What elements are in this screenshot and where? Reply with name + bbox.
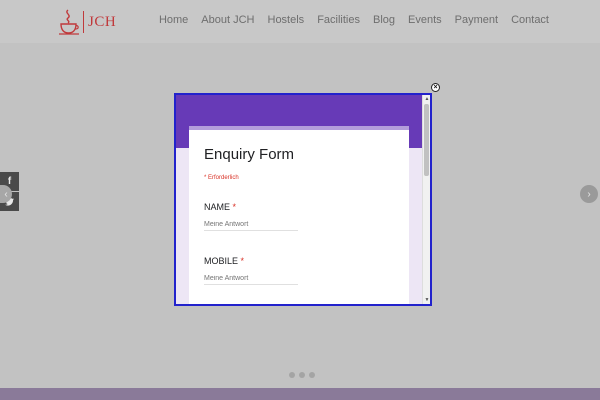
enquiry-popup: Enquiry Form * Erforderlich NAME * MOBIL… bbox=[174, 93, 432, 306]
nav-hostels[interactable]: Hostels bbox=[268, 14, 305, 26]
slider-dot[interactable] bbox=[289, 372, 295, 378]
footer-strip bbox=[0, 388, 600, 400]
nav-facilities[interactable]: Facilities bbox=[317, 14, 360, 26]
site-logo[interactable]: JCH bbox=[58, 8, 116, 36]
site-header: JCH Home About JCH Hostels Facilities Bl… bbox=[0, 0, 600, 43]
slider-next-button[interactable]: › bbox=[580, 185, 598, 203]
required-note: * Erforderlich bbox=[204, 175, 239, 181]
mobile-question-label: MOBILE * bbox=[204, 256, 245, 266]
coffee-cup-logo-icon bbox=[59, 9, 79, 35]
name-input[interactable] bbox=[204, 219, 298, 231]
scroll-down-arrow-icon[interactable]: ▼ bbox=[423, 296, 430, 304]
nav-payment[interactable]: Payment bbox=[455, 14, 498, 26]
main-nav: Home About JCH Hostels Facilities Blog E… bbox=[146, 14, 549, 26]
scroll-thumb[interactable] bbox=[424, 104, 429, 176]
form-card: Enquiry Form * Erforderlich NAME * MOBIL… bbox=[189, 126, 409, 304]
required-asterisk: * bbox=[232, 202, 237, 212]
nav-events[interactable]: Events bbox=[408, 14, 442, 26]
form-title: Enquiry Form bbox=[204, 146, 295, 163]
logo-text: JCH bbox=[88, 13, 117, 30]
slider-dot[interactable] bbox=[309, 372, 315, 378]
slider-pagination bbox=[289, 372, 315, 378]
close-icon[interactable]: × bbox=[431, 83, 440, 92]
popup-scrollbar[interactable]: ▲ ▼ bbox=[422, 95, 430, 304]
name-question-label: NAME * bbox=[204, 202, 237, 212]
nav-about-jch[interactable]: About JCH bbox=[201, 14, 254, 26]
logo-divider bbox=[83, 11, 84, 33]
required-asterisk: * bbox=[240, 256, 245, 266]
scroll-up-arrow-icon[interactable]: ▲ bbox=[423, 95, 430, 103]
mobile-input[interactable] bbox=[204, 273, 298, 285]
nav-blog[interactable]: Blog bbox=[373, 14, 395, 26]
nav-home[interactable]: Home bbox=[159, 14, 188, 26]
slider-dot[interactable] bbox=[299, 372, 305, 378]
nav-contact[interactable]: Contact bbox=[511, 14, 549, 26]
